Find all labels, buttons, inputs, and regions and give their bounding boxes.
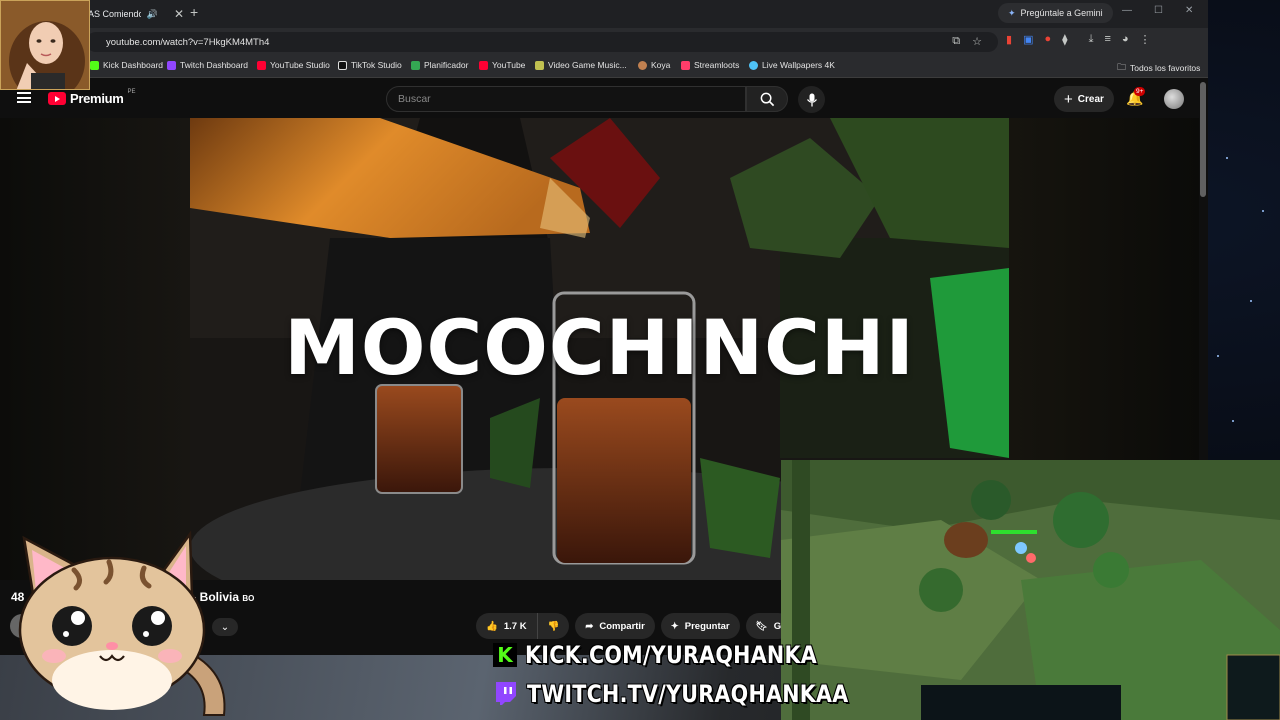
video-overlay-title: MOCOCHINCHI	[284, 303, 915, 392]
video-title-country: BO	[242, 594, 255, 603]
url-text: youtube.com/watch?v=7HkgKM4MTh4	[106, 36, 270, 48]
twitch-url-text: TWITCH.TV/YURAQHANKAA	[527, 680, 849, 708]
planner-icon	[411, 60, 420, 70]
ask-button[interactable]: ✦ Preguntar	[660, 613, 740, 639]
close-window-icon[interactable]: ✕	[1185, 5, 1193, 16]
active-tab[interactable]: AS Comiendo e 🔊 ✕	[88, 2, 184, 26]
webcam-image	[1, 1, 89, 89]
share-label: Compartir	[599, 620, 645, 632]
sparkle-icon: ✦	[670, 620, 679, 632]
youtube-play-icon	[48, 92, 66, 105]
bookmarks-bar: Kick Dashboard Twitch Dashboard YouTube …	[0, 55, 1208, 78]
youtube-icon	[257, 60, 266, 70]
tab-audio-icon[interactable]: 🔊	[147, 9, 158, 20]
window-controls: — ☐ ✕	[1122, 5, 1193, 16]
cat-mascot-image	[18, 530, 226, 716]
voice-search-button[interactable]	[798, 86, 825, 113]
folder-icon: 🗀	[1117, 62, 1127, 72]
twitch-logo-icon	[493, 681, 519, 707]
search-button[interactable]	[746, 86, 788, 112]
tab-title: AS Comiendo e	[88, 9, 141, 19]
bookmark-item[interactable]: Live Wallpapers 4K	[749, 60, 835, 70]
video-actions: 👍 1.7 K 👎 ➦ Compartir ✦ Preguntar 🔖︎ G	[476, 613, 792, 639]
kick-icon	[90, 60, 99, 70]
notifications-badge: 9+	[1134, 87, 1146, 96]
twitch-icon	[167, 60, 176, 70]
bookmark-star-icon[interactable]: ☆	[972, 35, 982, 48]
media-control-icon[interactable]: ≡	[1104, 33, 1110, 46]
bookmark-item[interactable]: YouTube	[479, 60, 525, 70]
bookmark-item[interactable]: Streamloots	[681, 60, 739, 70]
koya-icon	[638, 60, 647, 70]
search-icon	[760, 92, 774, 106]
youtube-logo[interactable]: Premium PE	[48, 88, 136, 106]
save-label: G	[773, 620, 782, 632]
like-count: 1.7 K	[503, 620, 527, 632]
logo-text: Premium	[70, 91, 124, 106]
extensions-puzzle-icon[interactable]: ⧫	[1062, 33, 1067, 46]
dislike-button[interactable]: 👎	[537, 613, 570, 639]
youtube-header: Premium PE Buscar + Crear 🔔 9+	[0, 80, 1208, 118]
search-input[interactable]: Buscar	[386, 86, 746, 112]
account-avatar[interactable]	[1164, 89, 1184, 109]
extension-icon[interactable]: ●	[1044, 33, 1051, 46]
bookmark-item[interactable]: Twitch Dashboard	[167, 60, 248, 70]
ask-label: Preguntar	[684, 620, 730, 632]
like-button[interactable]: 👍 1.7 K	[476, 613, 538, 639]
omnibox-icons: ⧉ ☆	[952, 35, 982, 48]
bookmark-icon: 🔖︎	[755, 620, 768, 632]
game-music-icon	[535, 60, 544, 70]
profile-icon[interactable]: ◕	[1122, 33, 1129, 46]
page-scrollbar[interactable]	[1200, 82, 1206, 197]
plus-icon: +	[1064, 90, 1073, 108]
logo-country: PE	[127, 88, 136, 95]
gemini-icon: ✦	[1008, 7, 1016, 18]
twitch-promo: TWITCH.TV/YURAQHANKAA	[493, 680, 901, 708]
download-icon[interactable]: ⤓	[1089, 33, 1094, 46]
bookmark-item[interactable]: Planificador	[411, 60, 468, 70]
translate-icon[interactable]: ▣	[1023, 33, 1033, 46]
all-bookmarks[interactable]: 🗀 Todos los favoritos	[1117, 60, 1200, 76]
thumbs-down-icon: 👎	[547, 620, 560, 632]
gemini-button[interactable]: ✦ Pregúntale a Gemini	[998, 3, 1113, 23]
wallpaper-icon	[749, 60, 758, 70]
webcam-overlay	[0, 0, 90, 90]
new-tab-button[interactable]: +	[190, 4, 198, 20]
youtube-icon	[479, 60, 488, 70]
bookmark-item[interactable]: YouTube Studio	[257, 60, 330, 70]
share-icon: ➦	[585, 620, 594, 632]
stream-scene: AS Comiendo e 🔊 ✕ + ✦ Pregúntale a Gemin…	[0, 0, 1280, 720]
streamloots-icon	[681, 60, 690, 70]
microphone-icon	[806, 93, 817, 106]
like-dislike-group: 👍 1.7 K 👎	[476, 613, 570, 639]
bookmark-item[interactable]: Koya	[638, 60, 670, 70]
menu-kebab-icon[interactable]: ⋮	[1140, 33, 1151, 46]
kick-promo: K KICK.COM/YURAQHANKA	[493, 641, 864, 669]
tab-strip: AS Comiendo e 🔊 ✕ + ✦ Pregúntale a Gemin…	[0, 0, 1208, 28]
tiktok-icon	[338, 60, 347, 70]
maximize-icon[interactable]: ☐	[1154, 5, 1163, 16]
kick-url-text: KICK.COM/YURAQHANKA	[525, 641, 817, 669]
omnibox[interactable]: youtube.com/watch?v=7HkgKM4MTh4 ⧉ ☆	[86, 32, 998, 52]
gemini-label: Pregúntale a Gemini	[1020, 8, 1103, 18]
extension-icon[interactable]: ▮	[1006, 33, 1012, 46]
ambient-glow-left	[0, 118, 190, 580]
tab-close-icon[interactable]: ✕	[174, 7, 184, 21]
kick-logo-icon: K	[493, 643, 517, 667]
extension-icons: ▮ ▣ ● ⧫ ⤓ ≡ ◕ ⋮	[1006, 33, 1151, 46]
menu-hamburger-icon[interactable]	[17, 92, 31, 103]
bookmark-item[interactable]: Kick Dashboard	[90, 60, 163, 70]
install-app-icon[interactable]: ⧉	[952, 35, 960, 48]
minimize-icon[interactable]: —	[1122, 5, 1132, 16]
cat-mascot	[14, 530, 236, 720]
create-label: Crear	[1077, 93, 1104, 105]
create-button[interactable]: + Crear	[1054, 86, 1114, 112]
share-button[interactable]: ➦ Compartir	[575, 613, 655, 639]
thumbs-up-icon: 👍	[486, 620, 498, 632]
bookmark-item[interactable]: TikTok Studio	[338, 60, 402, 70]
bookmark-item[interactable]: Video Game Music...	[535, 60, 627, 70]
